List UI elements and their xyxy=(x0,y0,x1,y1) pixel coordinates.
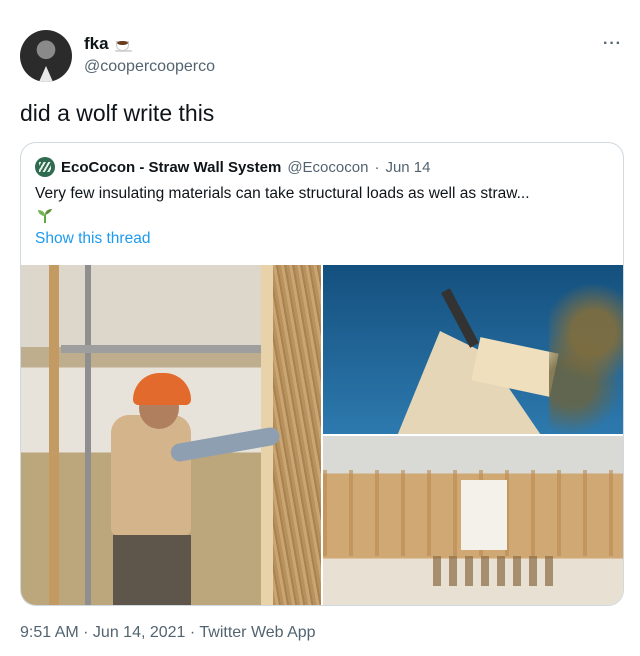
quoted-header: EcoCocon - Straw Wall System @Ecococon ·… xyxy=(35,157,430,177)
quoted-name: EcoCocon - Straw Wall System xyxy=(61,158,282,176)
avatar[interactable] xyxy=(20,30,72,82)
more-options-icon[interactable]: ··· xyxy=(603,36,622,52)
tweet: fka @coopercooperco ··· did a wolf write… xyxy=(0,0,640,656)
tweet-timestamp[interactable]: 9:51 AM · Jun 14, 2021 · Twitter Web App xyxy=(20,624,316,642)
quoted-avatar xyxy=(35,157,55,177)
quoted-text: Very few insulating materials can take s… xyxy=(35,185,530,202)
quoted-tweet[interactable]: EcoCocon - Straw Wall System @Ecococon ·… xyxy=(20,142,624,606)
author-name-row: fka xyxy=(84,34,133,54)
media-grid xyxy=(21,265,623,605)
photo-crane-panel[interactable] xyxy=(323,265,623,434)
quoted-date: Jun 14 xyxy=(385,158,431,176)
tweet-text: did a wolf write this xyxy=(20,100,215,126)
quoted-handle: @Ecococon xyxy=(287,158,369,176)
show-thread-link[interactable]: Show this thread xyxy=(35,230,150,248)
quoted-separator: · xyxy=(374,158,380,176)
photo-worker-straw-wall[interactable] xyxy=(21,265,321,605)
author-handle[interactable]: @coopercooperco xyxy=(84,58,215,76)
display-name[interactable]: fka xyxy=(84,34,109,54)
coffee-icon xyxy=(114,36,133,52)
sprout-icon xyxy=(38,209,52,223)
photo-house-frame-interior[interactable] xyxy=(323,436,623,605)
